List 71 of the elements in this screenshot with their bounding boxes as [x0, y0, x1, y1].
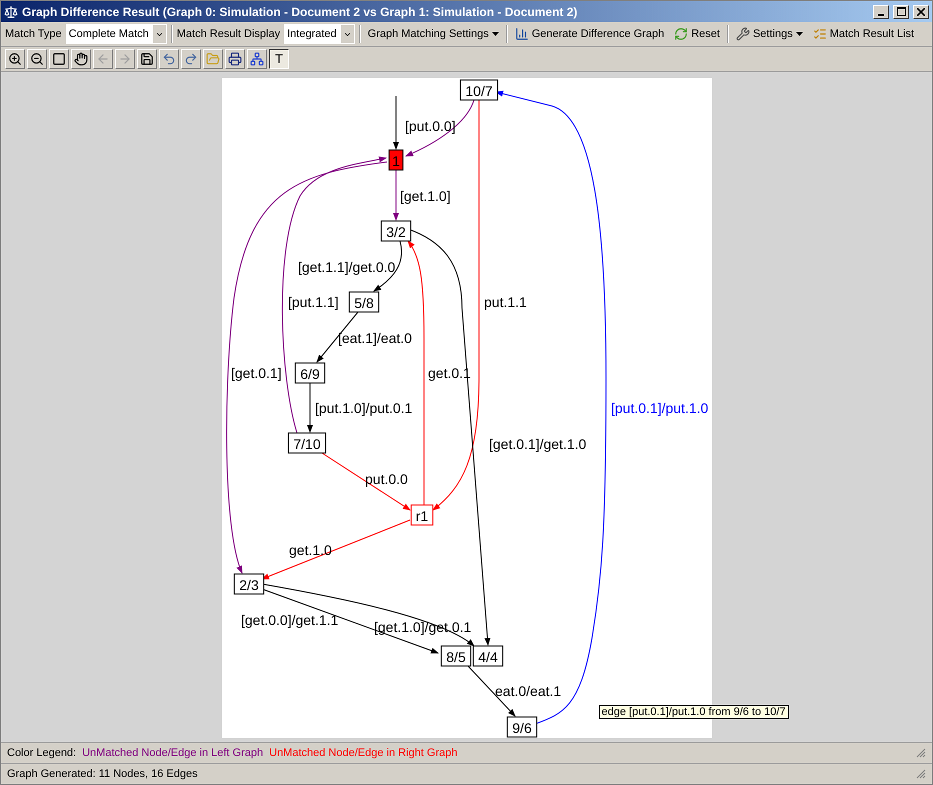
minimize-icon: [878, 14, 884, 16]
rectangle-icon[interactable]: [49, 49, 69, 69]
save-icon[interactable]: [137, 49, 157, 69]
edge-label: [get.0.0]/get.1.1: [240, 612, 338, 628]
maximize-button[interactable]: [893, 4, 909, 18]
match-display-select[interactable]: Integrated: [284, 24, 355, 44]
legend-item: UnMatched Node/Edge in Right Graph: [269, 747, 458, 759]
list-icon: [812, 27, 827, 41]
graph-node[interactable]: 7/10: [287, 432, 326, 454]
dropdown-caret-icon: [796, 32, 803, 36]
close-button[interactable]: [913, 4, 929, 18]
graph-node[interactable]: 10/7: [459, 80, 498, 100]
edge-label: eat.0/eat.1: [494, 683, 561, 699]
edge-label: [get.0.1]/get.1.0: [488, 436, 586, 452]
chart-icon: [514, 27, 529, 41]
close-icon: [917, 8, 925, 16]
edge-arrow[interactable]: [306, 382, 312, 433]
undo-icon[interactable]: [159, 49, 179, 69]
resize-grip-icon: [916, 748, 926, 758]
edge-label: [put.1.0]/put.0.1: [314, 400, 412, 416]
edge-label: [eat.1]/eat.0: [338, 330, 412, 346]
toolbar-button[interactable]: Settings: [732, 26, 806, 42]
refresh-icon: [674, 27, 688, 41]
graph-node[interactable]: 4/4: [472, 646, 503, 666]
initial-arrow: [392, 96, 398, 150]
edge-arrow[interactable]: [321, 452, 410, 511]
match-type-label: Match Type: [5, 28, 62, 40]
edge-label: get.1.0: [288, 542, 332, 558]
graph-layout-icon[interactable]: [247, 49, 267, 69]
graph-node[interactable]: 6/9: [294, 362, 325, 384]
tools-icon: [736, 27, 750, 41]
redo-icon[interactable]: [181, 49, 201, 69]
window-title: Graph Difference Result (Graph 0: Simulation - Document 2 vs Graph 1: Simulation - Document 2): [22, 4, 578, 18]
scale-icon: [4, 4, 18, 18]
edge-label: [put.0.0]: [404, 118, 456, 134]
match-display-label: Match Result Display: [176, 28, 280, 40]
match-type-select[interactable]: Complete Match: [66, 24, 167, 44]
edge-label: [get.0.1]: [230, 365, 282, 381]
resize-grip-icon: [916, 769, 926, 779]
legend-label: Color Legend:: [7, 747, 76, 759]
graph-node[interactable]: 9/6: [506, 716, 537, 738]
edge-label: [get.1.1]/get.0.0: [298, 259, 395, 275]
hand-icon[interactable]: [71, 49, 91, 69]
edge-arrow[interactable]: [392, 170, 398, 221]
edge-label: put.1.1: [484, 294, 526, 310]
graph-node[interactable]: 3/2: [380, 220, 411, 242]
printer-icon[interactable]: [225, 49, 245, 69]
folder-icon[interactable]: [203, 49, 223, 69]
zoom-in-icon[interactable]: [5, 49, 25, 69]
zoom-out-icon[interactable]: [27, 49, 47, 69]
tooltip: edge [put.0.1]/put.1.0 from 9/6 to 10/7: [598, 705, 789, 719]
edge-label: [put.1.1]: [288, 294, 338, 310]
graph-node[interactable]: 8/5: [440, 646, 471, 666]
text-tool-button[interactable]: T: [269, 49, 289, 69]
toolbar-button[interactable]: Reset: [671, 26, 723, 42]
edge-label: [get.1.0]: [400, 188, 450, 204]
toolbar-button[interactable]: Graph Matching Settings: [364, 27, 502, 41]
graph-node[interactable]: 2/3: [233, 574, 264, 594]
minimize-button[interactable]: [873, 4, 889, 18]
edge-label: put.0.0: [364, 471, 408, 487]
edge-arrow[interactable]: [404, 100, 474, 156]
graph-node[interactable]: 1: [388, 150, 403, 170]
dropdown-caret-icon: [492, 32, 499, 36]
maximize-icon: [896, 7, 906, 16]
status-text: Graph Generated: 11 Nodes, 16 Edges: [7, 768, 198, 780]
graph-node[interactable]: 5/8: [348, 292, 379, 312]
legend-item: UnMatched Node/Edge in Left Graph: [82, 747, 264, 759]
graph-node[interactable]: r1: [410, 504, 433, 526]
edge-label: [put.0.1]/put.1.0: [610, 400, 708, 416]
toolbar-button[interactable]: Generate Difference Graph: [512, 26, 668, 42]
toolbar-button[interactable]: Match Result List: [810, 26, 918, 42]
